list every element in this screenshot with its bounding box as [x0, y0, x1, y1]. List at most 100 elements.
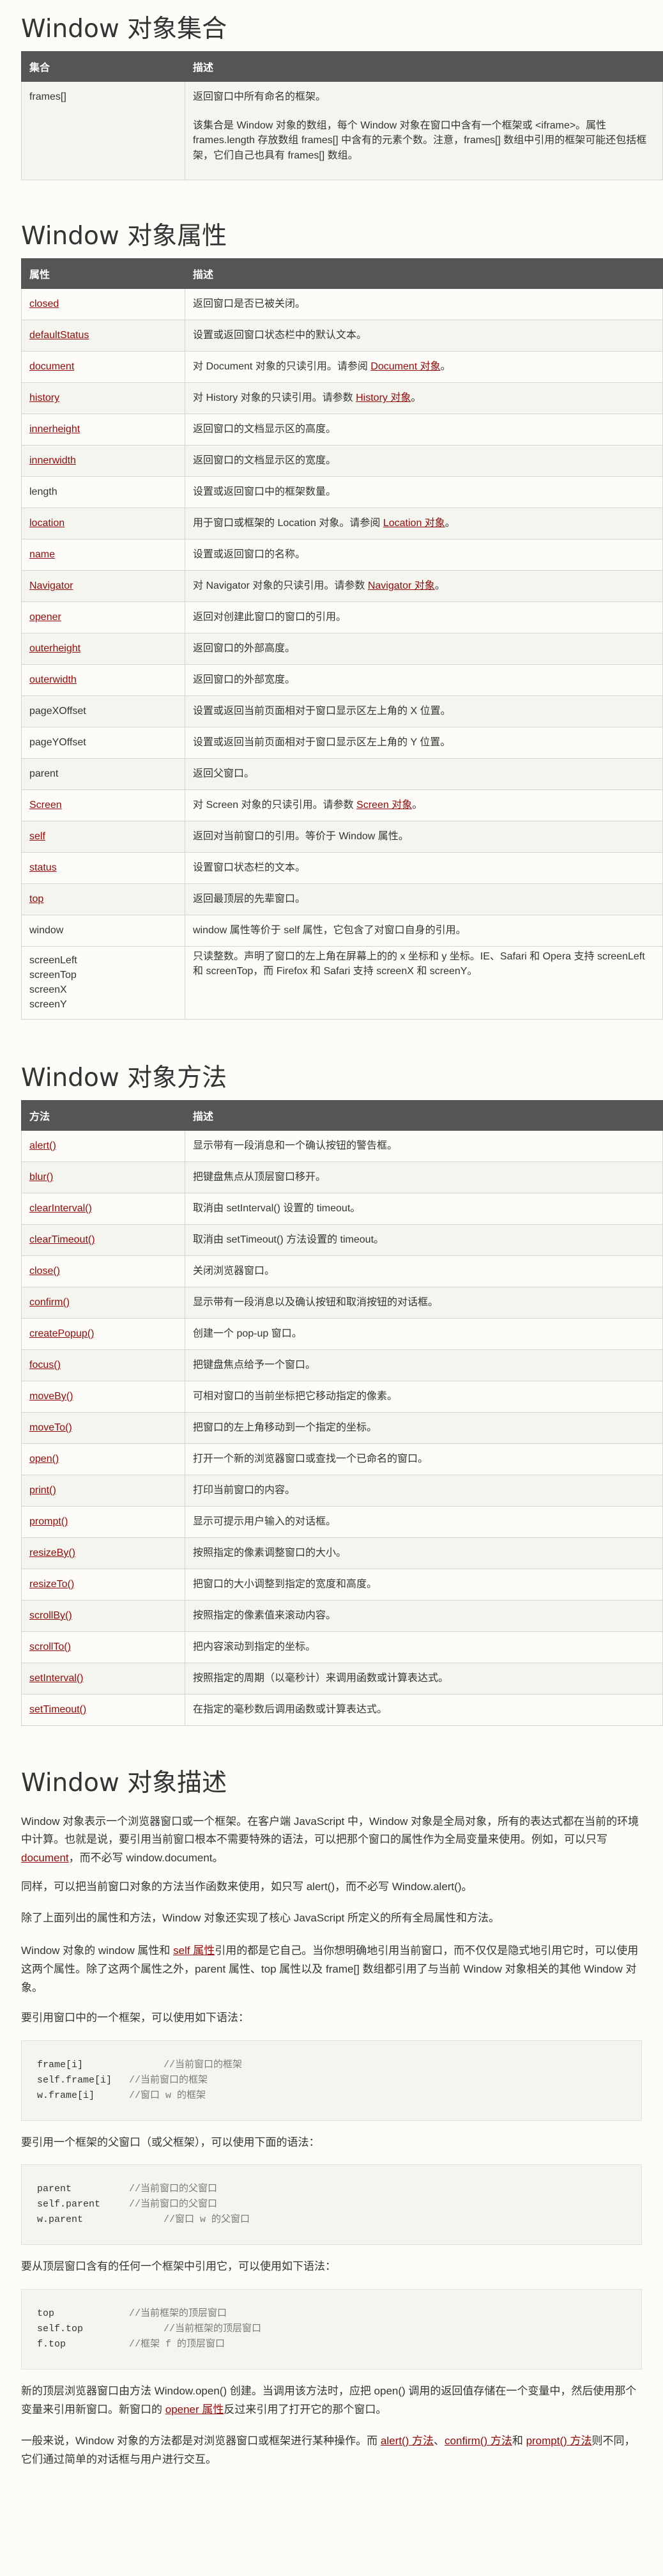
method-name[interactable]: open()	[29, 1454, 59, 1464]
code-comment: //当前窗口的框架	[129, 2074, 208, 2086]
property-name[interactable]: location	[29, 518, 65, 529]
property-name[interactable]: innerwidth	[29, 455, 76, 466]
method-name[interactable]: moveBy()	[29, 1391, 73, 1402]
method-name-cell: setInterval()	[21, 1662, 185, 1695]
method-name[interactable]: prompt()	[29, 1516, 68, 1527]
table-header-row: 集合 描述	[21, 51, 663, 82]
property-name[interactable]: closed	[29, 299, 59, 309]
table-row: prompt() 显示可提示用户输入的对话框。	[21, 1505, 663, 1538]
property-desc: 设置或返回当前页面相对于窗口显示区左上角的 X 位置。	[185, 695, 663, 727]
method-name[interactable]: resizeBy()	[29, 1548, 75, 1558]
properties-title: Window 对象属性	[21, 221, 227, 251]
desc-paragraph-1: Window 对象表示一个浏览器窗口或一个框架。在客户端 JavaScript …	[21, 1815, 639, 1865]
property-name[interactable]: document	[29, 361, 74, 372]
method-name-cell: open()	[21, 1443, 185, 1475]
property-name[interactable]: status	[29, 862, 57, 873]
prompt-method-link[interactable]: prompt() 方法	[526, 2435, 592, 2447]
table-row: length 设置或返回窗口中的框架数量。	[21, 476, 663, 508]
desc-paragraph-9: 一般来说，Window 对象的方法都是对浏览器窗口或框架进行某种操作。而 ale…	[21, 2435, 636, 2465]
table-row: clearTimeout() 取消由 setTimeout() 方法设置的 tim…	[21, 1223, 663, 1256]
method-name[interactable]: setTimeout()	[29, 1704, 86, 1715]
collection-name: frames[]	[21, 81, 185, 180]
method-desc: 关闭浏览器窗口。	[185, 1255, 663, 1287]
collection-section: Window 对象集合 集合 描述 frames[] 返回窗口中所有命名的框架。…	[21, 0, 663, 180]
method-name[interactable]: close()	[29, 1266, 60, 1276]
property-name[interactable]: outerwidth	[29, 674, 77, 685]
method-name[interactable]: clearTimeout()	[29, 1234, 95, 1245]
confirm-method-link[interactable]: confirm() 方法	[445, 2435, 512, 2447]
property-name[interactable]: opener	[29, 612, 61, 623]
method-desc: 把键盘焦点从顶层窗口移开。	[185, 1161, 663, 1193]
method-name[interactable]: focus()	[29, 1360, 61, 1370]
header-description: 描述	[185, 258, 663, 289]
code-block-frames: frame[i] //当前窗口的框架 self.frame[i] //当前窗口的…	[21, 2040, 642, 2121]
method-name[interactable]: scrollBy()	[29, 1610, 72, 1621]
table-row: status 设置窗口状态栏的文本。	[21, 851, 663, 884]
method-name[interactable]: blur()	[29, 1172, 53, 1183]
property-name[interactable]: defaultStatus	[29, 330, 89, 341]
property-name-cell: outerwidth	[21, 663, 185, 696]
property-name[interactable]: Screen	[29, 800, 62, 811]
method-name[interactable]: resizeTo()	[29, 1579, 74, 1590]
property-name[interactable]: name	[29, 549, 55, 560]
method-name[interactable]: confirm()	[29, 1297, 70, 1308]
property-name[interactable]: innerheight	[29, 424, 80, 435]
property-name-cell: status	[21, 851, 185, 884]
object-ref-link[interactable]: Screen 对象	[356, 800, 412, 811]
property-name[interactable]: history	[29, 392, 59, 403]
methods-table: 方法 描述 alert() 显示带有一段消息和一个确认按钮的警告框。 blur() 把…	[21, 1099, 663, 1726]
method-name-cell: prompt()	[21, 1505, 185, 1538]
method-name[interactable]: setInterval()	[29, 1673, 83, 1684]
property-name[interactable]: Navigator	[29, 580, 73, 591]
method-name-cell: resizeTo()	[21, 1568, 185, 1601]
alert-method-link[interactable]: alert() 方法	[381, 2435, 434, 2447]
property-desc: 设置窗口状态栏的文本。	[185, 851, 663, 884]
method-name-cell: alert()	[21, 1129, 185, 1162]
property-name-cell: pageYOffset	[21, 726, 185, 759]
method-name-cell: blur()	[21, 1161, 185, 1193]
table-row: Screen 对 Screen 对象的只读引用。请参数 Screen 对象。	[21, 789, 663, 821]
property-name[interactable]: top	[29, 894, 43, 904]
description-section: Window 对象描述 Window 对象表示一个浏览器窗口或一个框架。在客户端…	[21, 1726, 642, 2469]
method-name[interactable]: print()	[29, 1485, 56, 1496]
opener-property-link[interactable]: opener 属性	[165, 2403, 224, 2416]
method-name[interactable]: clearInterval()	[29, 1203, 92, 1214]
object-ref-link[interactable]: History 对象	[356, 392, 411, 403]
property-name: window	[29, 925, 64, 936]
property-name[interactable]: outerheight	[29, 643, 80, 654]
table-row: innerheight 返回窗口的文档显示区的高度。	[21, 413, 663, 446]
table-header-row: 方法 描述	[21, 1099, 663, 1131]
property-name[interactable]: self	[29, 831, 45, 842]
property-desc: 设置或返回窗口的名称。	[185, 538, 663, 571]
table-row: window window 属性等价于 self 属性，它包含了对窗口自身的引用。	[21, 914, 663, 947]
code-block-parent: parent //当前窗口的父窗口 self.parent //当前窗口的父窗口…	[21, 2164, 642, 2246]
code-comment: //当前窗口的父窗口	[129, 2184, 218, 2195]
method-desc: 把键盘焦点给予一个窗口。	[185, 1349, 663, 1381]
table-row: moveBy() 可相对窗口的当前坐标把它移动指定的像素。	[21, 1380, 663, 1413]
method-name[interactable]: createPopup()	[29, 1328, 94, 1339]
document-link[interactable]: document	[21, 1852, 69, 1864]
code-block-top: top //当前框架的顶层窗口 self.top //当前框架的顶层窗口 f.t…	[21, 2289, 642, 2370]
self-property-link[interactable]: self 属性	[173, 1944, 215, 1957]
method-name[interactable]: moveTo()	[29, 1422, 72, 1433]
method-name-cell: confirm()	[21, 1286, 185, 1319]
table-row: alert() 显示带有一段消息和一个确认按钮的警告框。	[21, 1129, 663, 1162]
object-ref-link[interactable]: Navigator 对象	[368, 580, 435, 591]
methods-title: Window 对象方法	[21, 1063, 227, 1092]
code-comment: //当前窗口的框架	[164, 2059, 243, 2070]
desc-paragraph-2: 同样，可以把当前窗口对象的方法当作函数来使用，如只写 alert()，而不必写 …	[21, 1881, 473, 1893]
method-desc: 打开一个新的浏览器窗口或查找一个已命名的窗口。	[185, 1443, 663, 1475]
method-name[interactable]: scrollTo()	[29, 1641, 71, 1652]
collection-desc-2: 该集合是 Window 对象的数组，每个 Window 对象在窗口中含有一个框架…	[193, 120, 647, 161]
desc-paragraph-8: 新的顶层浏览器窗口由方法 Window.open() 创建。当调用该方法时，应把…	[21, 2385, 637, 2416]
table-header-row: 属性 描述	[21, 258, 663, 289]
method-name[interactable]: alert()	[29, 1140, 56, 1151]
object-ref-link[interactable]: Document 对象	[370, 361, 440, 372]
table-row: createPopup() 创建一个 pop-up 窗口。	[21, 1317, 663, 1350]
table-row: outerheight 返回窗口的外部高度。	[21, 632, 663, 665]
desc-paragraph-3: 除了上面列出的属性和方法，Window 对象还实现了核心 JavaScript …	[21, 1912, 499, 1925]
method-desc: 取消由 setInterval() 设置的 timeout。	[185, 1192, 663, 1225]
object-ref-link[interactable]: Location 对象	[383, 518, 445, 529]
table-row: closed 返回窗口是否已被关闭。	[21, 288, 663, 320]
property-name-cell: innerheight	[21, 413, 185, 446]
